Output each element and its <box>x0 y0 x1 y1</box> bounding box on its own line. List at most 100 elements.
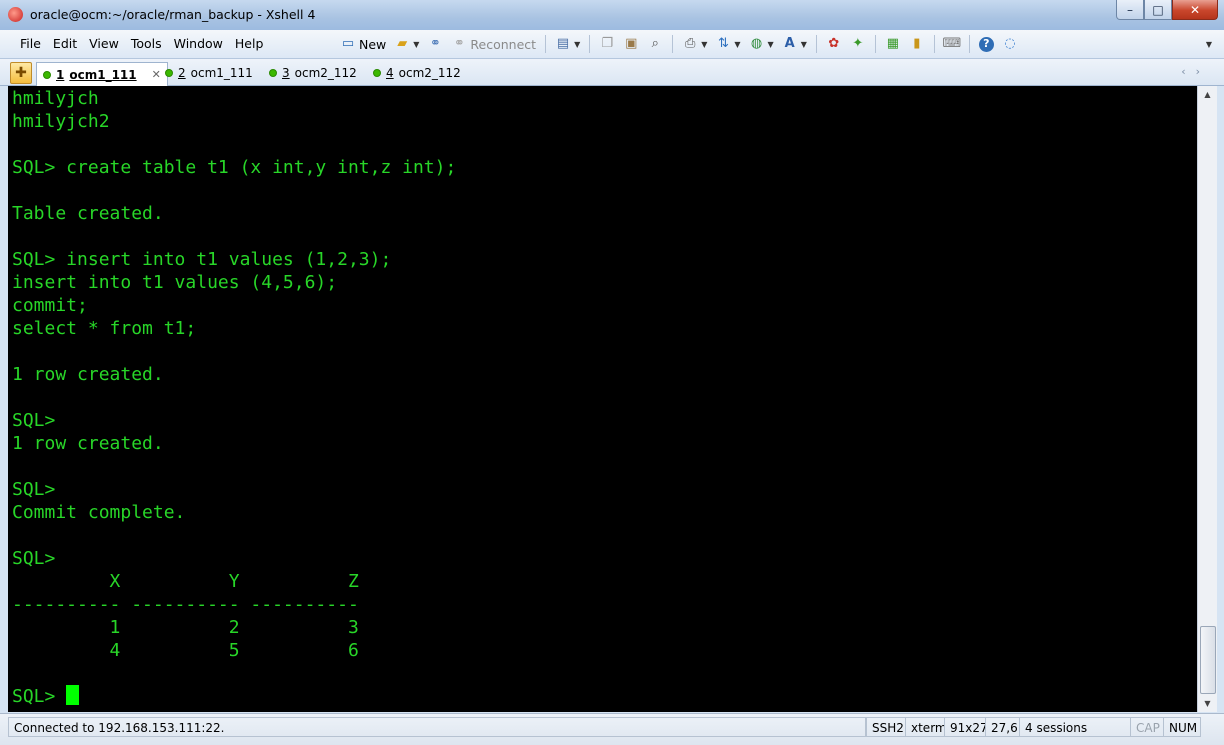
terminal-line: ---------- ---------- ---------- <box>12 594 359 615</box>
dropdown-arrow-icon: ▼ <box>767 39 774 49</box>
terminal-line: SQL> <box>12 410 56 431</box>
scroll-down-icon[interactable]: ▼ <box>1198 695 1217 712</box>
toolbar: ▭ New ▰ ▼ ⚭ ⚭ Reconnect ▤ ▼ ❐ ▣ ⌕ ⎙ ▼ ⇅ ▼ ◍ ▼ <box>338 33 1020 55</box>
menu-toolbar-bar: File Edit View Tools Window Help ▭ New ▰… <box>0 30 1224 59</box>
properties-icon: ▤ <box>556 36 570 51</box>
terminal-line: SQL> create table t1 (x int,y int,z int)… <box>12 157 457 178</box>
terminal-line: commit; <box>12 295 88 316</box>
lock-button[interactable]: ▮ <box>907 34 927 54</box>
tab-label: ocm1_111 <box>190 66 253 80</box>
dropdown-arrow-icon: ▼ <box>800 39 807 49</box>
add-session-button[interactable]: ✚ <box>10 62 32 84</box>
terminal-line: SQL> insert into t1 values (1,2,3); <box>12 249 392 270</box>
properties-button[interactable]: ▤ ▼ <box>553 34 582 54</box>
globe-icon: ◍ <box>750 36 763 51</box>
toolbar-separator <box>968 35 970 53</box>
tab-close-icon[interactable]: ✕ <box>152 68 161 81</box>
tab-label: ocm2_112 <box>398 66 461 80</box>
tab-number: 3 <box>282 66 290 80</box>
menu-file[interactable]: File <box>14 36 47 51</box>
toolbar-overflow-icon[interactable]: ▼ <box>1206 40 1212 49</box>
terminal-line: SQL> <box>12 479 56 500</box>
sessions-count-status: 4 sessions <box>1019 717 1131 737</box>
reconnect-icon: ⚭ <box>453 36 465 51</box>
toolbar-separator <box>815 35 817 53</box>
connected-status-icon <box>373 69 381 77</box>
xshell-app-icon[interactable] <box>8 7 23 22</box>
menu-bar: File Edit View Tools Window Help <box>14 36 269 51</box>
reconnect-button[interactable]: ⚭ Reconnect <box>449 34 538 54</box>
maximize-button[interactable]: □ <box>1144 0 1172 20</box>
dropdown-arrow-icon: ▼ <box>574 39 581 49</box>
find-button[interactable]: ⌕ <box>645 34 665 54</box>
caps-lock-indicator: CAP <box>1130 717 1164 737</box>
paste-button[interactable]: ▣ <box>621 34 641 54</box>
menu-window[interactable]: Window <box>168 36 229 51</box>
chat-button[interactable]: ◌ <box>1000 34 1020 54</box>
terminal-line: hmilyjch2 <box>12 111 110 132</box>
cursor-position-status: 27,6 <box>985 717 1020 737</box>
toolbar-separator <box>672 35 674 53</box>
terminal-scrollbar[interactable]: ▲ ▼ <box>1197 86 1217 712</box>
close-button[interactable]: ✕ <box>1172 0 1218 20</box>
folder-icon: ▰ <box>397 36 408 51</box>
terminal-line: SQL> <box>12 685 80 708</box>
globe-button[interactable]: ◍ ▼ <box>747 34 776 54</box>
keyboard-button[interactable]: ⌨ <box>942 34 962 54</box>
script-button[interactable]: ✦ <box>848 34 868 54</box>
terminal-output[interactable]: hmilyjch hmilyjch2 SQL> create table t1 (x… <box>8 86 1197 712</box>
menu-tools[interactable]: Tools <box>125 36 168 51</box>
xftp-icon: ✿ <box>828 36 840 51</box>
reconnect-label: Reconnect <box>470 36 537 52</box>
menu-help[interactable]: Help <box>229 36 270 51</box>
open-folder-button[interactable]: ▰ ▼ <box>392 34 421 54</box>
plus-icon: ✚ <box>15 65 27 81</box>
connected-status-icon <box>165 69 173 77</box>
scrollbar-thumb[interactable] <box>1200 626 1216 694</box>
connection-status: Connected to 192.168.153.111:22. <box>8 717 866 737</box>
lock-icon: ▮ <box>913 36 921 51</box>
help-button[interactable]: ? <box>977 34 996 54</box>
font-icon: A <box>784 36 795 51</box>
scroll-up-icon[interactable]: ▲ <box>1198 86 1217 103</box>
xftp-button[interactable]: ✿ <box>824 34 844 54</box>
terminal-line: 1 row created. <box>12 433 164 454</box>
tab-session-2[interactable]: 2 ocm1_111 <box>165 62 253 84</box>
tab-session-3[interactable]: 3 ocm2_112 <box>269 62 357 84</box>
terminal-type-status: xterm <box>905 717 945 737</box>
link-icon: ⚭ <box>429 36 441 51</box>
paste-icon: ▣ <box>625 36 638 51</box>
tab-number: 2 <box>178 66 186 80</box>
dropdown-arrow-icon: ▼ <box>701 39 708 49</box>
menu-view[interactable]: View <box>83 36 125 51</box>
terminal-line: 1 row created. <box>12 364 164 385</box>
transfer-button[interactable]: ⇅ ▼ <box>713 34 742 54</box>
copy-button[interactable]: ❐ <box>597 34 617 54</box>
new-session-icon: ▭ <box>341 36 355 51</box>
toolbar-separator <box>589 35 591 53</box>
tab-scroll-arrows[interactable]: ‹› <box>1181 65 1210 78</box>
window-controls: – □ ✕ <box>1116 0 1218 20</box>
title-bar: oracle@ocm:~/oracle/rman_backup - Xshell… <box>0 0 1224 31</box>
terminal-size-status: 91x27 <box>944 717 986 737</box>
protocol-status: SSH2 <box>866 717 906 737</box>
printer-icon: ⎙ <box>685 36 696 51</box>
keyboard-icon: ⌨ <box>942 36 962 51</box>
tab-session-4[interactable]: 4 ocm2_112 <box>373 62 461 84</box>
print-button[interactable]: ⎙ ▼ <box>680 34 709 54</box>
session-tab-bar: ✚ 1 ocm1_111 ✕ 2 ocm1_111 3 ocm2_112 4 ocm2_… <box>0 59 1224 86</box>
toolbar-separator <box>874 35 876 53</box>
connect-button[interactable]: ⚭ <box>425 34 445 54</box>
script-icon: ✦ <box>852 36 864 51</box>
menu-edit[interactable]: Edit <box>47 36 83 51</box>
minimize-button[interactable]: – <box>1116 0 1144 20</box>
new-session-button[interactable]: ▭ New <box>338 34 388 54</box>
layout-button[interactable]: ▦ <box>883 34 903 54</box>
terminal-line: select * from t1; <box>12 318 197 339</box>
num-lock-indicator: NUM <box>1163 717 1201 737</box>
layout-icon: ▦ <box>886 36 899 51</box>
tab-session-1[interactable]: 1 ocm1_111 ✕ <box>36 62 168 86</box>
tab-number: 1 <box>56 67 65 82</box>
font-button[interactable]: A ▼ <box>780 34 809 54</box>
tab-label: ocm1_111 <box>69 67 137 82</box>
